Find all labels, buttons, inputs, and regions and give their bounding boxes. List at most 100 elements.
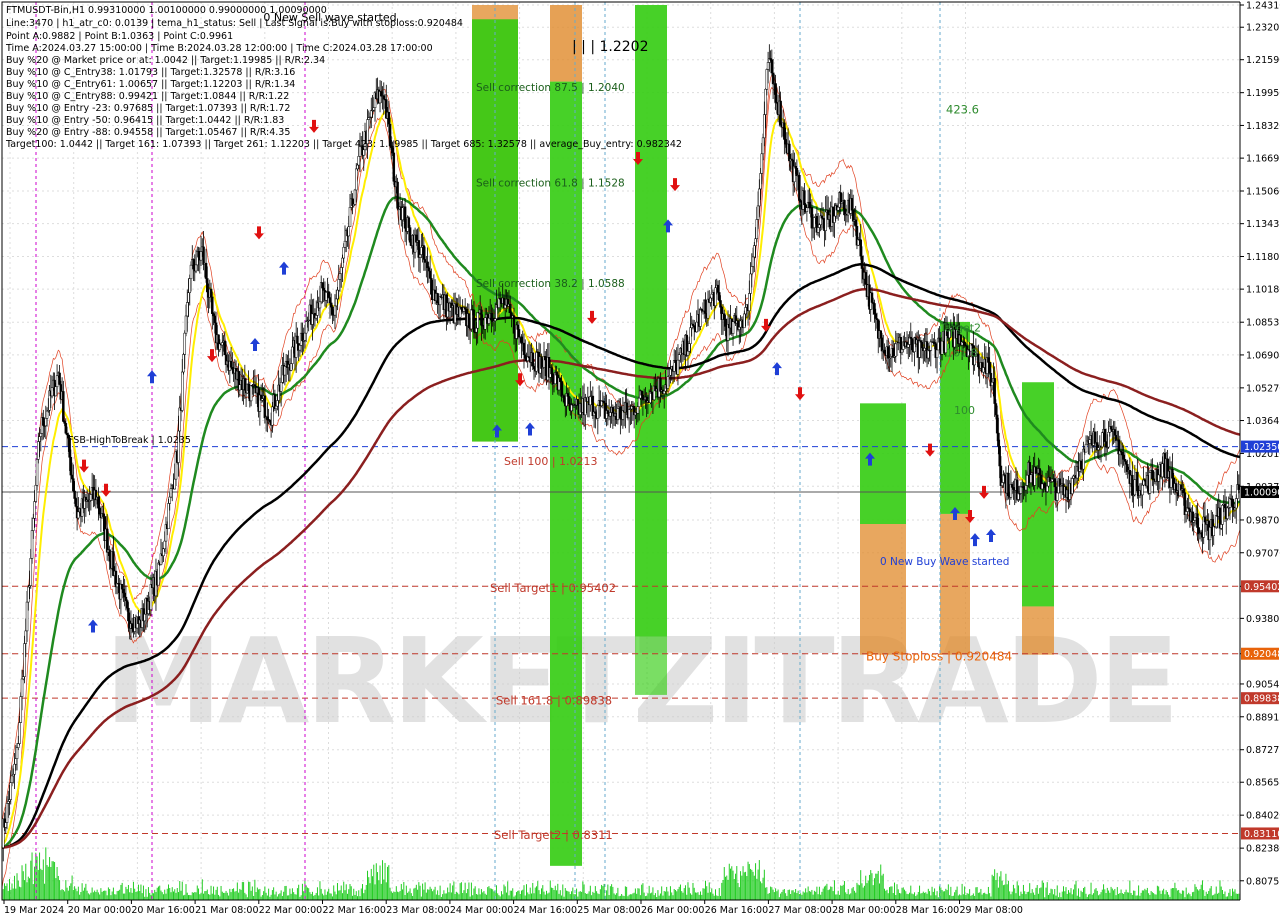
candle-body [808, 201, 811, 208]
candle-body [25, 601, 29, 632]
price-tick-label: 0.87275 [1246, 745, 1280, 756]
candle-body [859, 239, 862, 257]
candle-body [650, 391, 653, 394]
candle-body [1124, 461, 1128, 465]
candle-body [336, 289, 339, 300]
candle-body [34, 485, 38, 502]
candle-body [755, 219, 759, 239]
candle-body [704, 299, 707, 314]
candle-body [765, 69, 769, 90]
candle-body [229, 360, 233, 368]
info-line: Buy %10 @ C_Entry61: 1.00657 || Target:1… [6, 79, 295, 90]
candle-body [1055, 492, 1059, 501]
candle-body [1123, 459, 1127, 462]
candle-body [1133, 479, 1137, 496]
info-line: Buy %20 @ Market price or at: 1.0042 || … [6, 55, 325, 66]
candle-body [342, 247, 345, 259]
candle-body [784, 139, 787, 145]
candle-body [1048, 477, 1051, 482]
candle-body [69, 457, 73, 476]
candle-body [754, 238, 757, 246]
candle-body [927, 349, 930, 359]
price-tick-label: 0.85658 [1246, 778, 1280, 789]
candle-body [328, 297, 332, 304]
candle-body [1171, 468, 1174, 479]
candle-body [997, 432, 1000, 447]
candle-body [753, 245, 756, 258]
chart-window[interactable]: MARKETZITRADE 0 New Sell wave started| |… [0, 0, 1280, 920]
candle-body [1012, 487, 1015, 490]
price-tag-label: 0.83110 [1244, 829, 1280, 840]
time-tick-label: 26 Mar 16:00 [705, 905, 768, 916]
candle-body [833, 215, 836, 223]
candle-body [1024, 485, 1028, 491]
candle-body [963, 341, 966, 346]
price-tick-label: 1.11802 [1246, 252, 1280, 263]
candle-body [516, 324, 519, 330]
candle-body [1103, 429, 1107, 442]
candle-body [475, 327, 478, 333]
candle-body [1043, 482, 1046, 489]
candle-body [544, 356, 547, 361]
candle-body [188, 278, 192, 293]
candle-body [327, 291, 330, 298]
annotation-label-target2: Target2 [939, 321, 981, 334]
candle-body [271, 406, 274, 426]
candle-body [520, 336, 523, 344]
annotation-sell-corr-875: Sell correction 87.5 | 1.2040 [476, 82, 625, 94]
candle-body [523, 354, 527, 359]
candle-body [422, 245, 426, 260]
candle-body [418, 254, 422, 258]
time-tick-label: 23 Mar 08:00 [386, 905, 449, 916]
candle-body [120, 583, 124, 590]
time-axis: 19 Mar 2024 20 Mar 00:00 20 Mar 16:00 21 Ma… [0, 899, 1280, 920]
candle-body [695, 321, 698, 333]
candle-body [860, 255, 864, 269]
candle-body [401, 207, 404, 221]
candle-body [535, 351, 538, 372]
price-chart[interactable]: MARKETZITRADE 0 New Sell wave started| |… [0, 0, 1280, 920]
candle-body [810, 207, 814, 229]
candle-body [759, 173, 762, 190]
candle-body [4, 822, 8, 828]
price-tick-label: 1.13435 [1246, 219, 1280, 230]
candle-body [988, 362, 991, 374]
candle-body [355, 168, 358, 191]
candle-body [497, 298, 501, 308]
price-tick-label: 0.82380 [1246, 844, 1280, 855]
candle-body [709, 297, 712, 303]
candle-body [74, 498, 78, 507]
candle-body [1148, 472, 1152, 494]
candle-body [162, 548, 165, 557]
target-zone-orange [1022, 606, 1054, 655]
candle-body [14, 758, 18, 765]
candle-body [304, 321, 308, 334]
candle-body [676, 359, 680, 375]
candle-body [686, 351, 690, 356]
candle-body [50, 387, 54, 397]
candle-body [910, 338, 914, 351]
candle-body [1113, 429, 1117, 436]
candle-body [318, 301, 322, 309]
candle-body [731, 321, 735, 334]
candle-body [18, 722, 21, 744]
candle-body [407, 217, 411, 228]
candle-body [993, 378, 996, 404]
candle-body [20, 678, 24, 697]
candle-body [279, 382, 283, 392]
annotation-buy-stoploss: Buy Stoploss | 0.920484 [866, 650, 1012, 664]
candle-body [1234, 498, 1238, 509]
candle-body [54, 386, 58, 397]
time-tick-label: 28 Mar 00:00 [832, 905, 895, 916]
candle-body [723, 313, 726, 320]
candle-body [887, 346, 890, 359]
candle-body [169, 488, 173, 498]
candle-body [322, 287, 325, 291]
candle-body [562, 395, 566, 403]
candle-body [589, 395, 592, 406]
candle-body [37, 441, 40, 460]
candle-body [798, 174, 801, 201]
candle-body [758, 188, 761, 207]
candle-body [263, 395, 267, 419]
candle-body [63, 421, 66, 424]
